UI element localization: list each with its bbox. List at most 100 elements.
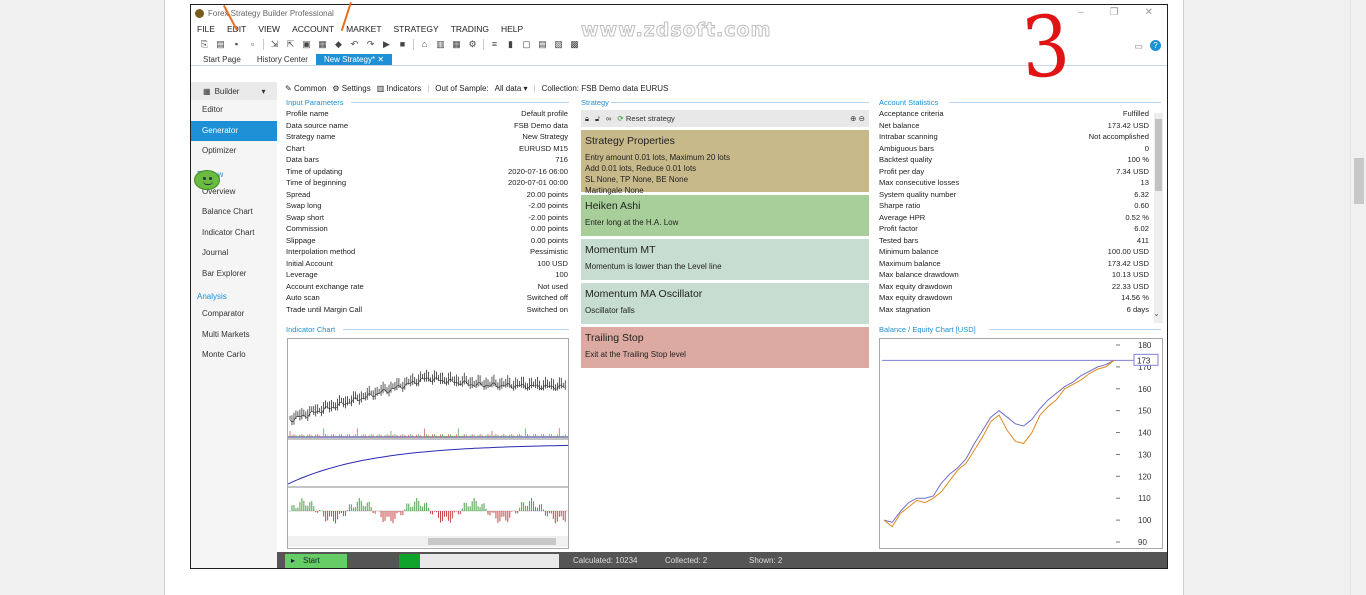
close-icon[interactable]: ✕: [1145, 7, 1153, 18]
redo-icon[interactable]: ↷: [365, 39, 376, 50]
tab-start-page[interactable]: Start Page: [195, 54, 249, 65]
browser-scrollbar[interactable]: [1350, 0, 1366, 595]
strategy-type-icon[interactable]: ◆: [333, 39, 344, 50]
bars-icon[interactable]: ▮: [505, 39, 516, 50]
grid-icon[interactable]: ▦: [451, 39, 462, 50]
menu-account[interactable]: ACCOUNT: [292, 24, 334, 34]
parameter-row: Profile name Default profile: [286, 109, 568, 121]
equity-series-line: [883, 359, 1115, 528]
statistic-label: Max equity drawdown: [879, 281, 953, 291]
parameter-row: Account exchange rate Not used: [286, 282, 568, 294]
menu-help[interactable]: HELP: [501, 24, 523, 34]
stop-icon[interactable]: ■: [397, 39, 408, 50]
image-icon[interactable]: ▧: [553, 39, 564, 50]
load-icon[interactable]: ▣: [301, 39, 312, 50]
close-tab-icon[interactable]: ✕: [377, 55, 384, 64]
save-as-icon[interactable]: ▫: [247, 39, 258, 50]
reset-strategy-button[interactable]: ⟳ Reset strategy: [617, 114, 674, 123]
statistics-scrollbar[interactable]: [1154, 113, 1163, 323]
toolbar-separator: |: [427, 83, 430, 93]
y-tick-label: 120: [1138, 472, 1152, 481]
section-divider: [949, 102, 1161, 103]
parameter-row: Initial Account 100 USD: [286, 259, 568, 271]
strategy-slot[interactable]: Heiken Ashi Enter long at the H.A. Low: [581, 195, 869, 236]
out-of-sample-dropdown[interactable]: All data ▾: [495, 84, 528, 93]
menu-strategy[interactable]: STRATEGY: [394, 24, 439, 34]
import-icon[interactable]: ⇱: [285, 39, 296, 50]
scrollbar-thumb[interactable]: [1155, 119, 1162, 191]
chevron-down-icon: ▾: [261, 86, 266, 96]
settings-button[interactable]: ⚙ Settings: [332, 84, 370, 93]
zoom-icons: ⊕ ⊖: [850, 114, 865, 123]
gear-icon: ⚙: [332, 83, 340, 93]
y-tick-label: 90: [1138, 538, 1147, 547]
balance-chart-title: Balance / Equity Chart [USD]: [879, 325, 976, 334]
chart-icon[interactable]: ▥: [435, 39, 446, 50]
tab-new-strategy[interactable]: New Strategy* ✕: [315, 54, 393, 65]
scrollbar-thumb[interactable]: [1354, 158, 1364, 204]
y-tick-label: 140: [1138, 429, 1152, 438]
play-icon[interactable]: ▶: [381, 39, 392, 50]
collected-count: Collected: 2: [665, 556, 708, 565]
sidebar-item-multi-markets[interactable]: Multi Markets: [191, 325, 277, 346]
store-icon[interactable]: ▦: [317, 39, 328, 50]
momentum-line: [287, 444, 569, 485]
new-strategy-icon[interactable]: ⎘: [199, 39, 210, 50]
strategy-slot[interactable]: Trailing Stop Exit at the Trailing Stop l…: [581, 327, 869, 368]
chat-icon[interactable]: ▭: [1134, 41, 1143, 52]
filter-icon[interactable]: ▤: [537, 39, 548, 50]
strategy-slot[interactable]: Momentum MT Momentum is lower than the Le…: [581, 239, 869, 280]
common-button[interactable]: ✎ Common: [285, 84, 326, 93]
zoom-in-icon[interactable]: ⊕: [850, 114, 856, 123]
section-divider: [351, 102, 569, 103]
help-icon[interactable]: ?: [1150, 40, 1161, 51]
tab-history-center[interactable]: History Center: [249, 54, 316, 65]
restore-icon[interactable]: ❐: [1110, 7, 1119, 18]
y-tick-label: 130: [1138, 450, 1152, 459]
sidebar-item-optimizer[interactable]: Optimizer: [191, 141, 277, 162]
indicator-chart[interactable]: [287, 338, 569, 549]
camera-icon[interactable]: ▩: [569, 39, 580, 50]
builder-dropdown[interactable]: ▦ Builder ▾: [191, 82, 277, 100]
menu-market[interactable]: MARKET: [346, 24, 381, 34]
sidebar-item-monte-carlo[interactable]: Monte Carlo: [191, 345, 277, 366]
link-icon[interactable]: ∞: [606, 114, 611, 123]
save-icon[interactable]: ▪: [231, 39, 242, 50]
list-icon[interactable]: ≡: [489, 39, 500, 50]
sidebar-item-indicator-chart[interactable]: Indicator Chart: [191, 223, 277, 244]
zoom-out-icon[interactable]: ⊖: [859, 114, 865, 123]
statistic-value: Not accomplished: [1088, 132, 1149, 141]
open-icon[interactable]: ▤: [215, 39, 226, 50]
undo-icon[interactable]: ↶: [349, 39, 360, 50]
generator-toolbar: ✎ Common ⚙ Settings ▥ Indicators | Out o…: [285, 82, 668, 94]
menu-view[interactable]: VIEW: [258, 24, 280, 34]
chevron-down-icon[interactable]: ⌄: [1153, 309, 1160, 318]
balance-equity-chart[interactable]: 180 170 160 150 140 130 120 110 100 90 173: [879, 338, 1163, 549]
export-icon[interactable]: ⇲: [269, 39, 280, 50]
minimize-icon[interactable]: –: [1078, 7, 1084, 18]
sidebar-item-generator[interactable]: Generator: [191, 120, 277, 141]
start-button[interactable]: ▸ Start: [285, 554, 347, 568]
strategy-slot[interactable]: Strategy Properties Entry amount 0.01 lot…: [581, 130, 869, 195]
unlock-icon[interactable]: 🔓︎: [595, 114, 600, 124]
parameter-value: EURUSD M15: [519, 143, 568, 153]
sidebar-item-bar-explorer[interactable]: Bar Explorer: [191, 264, 277, 285]
lock-icon[interactable]: 🔒︎: [585, 114, 589, 124]
sidebar-item-journal[interactable]: Journal: [191, 243, 277, 264]
statistic-label: System quality number: [879, 189, 957, 199]
parameter-value: 2020-07-01 00:00: [508, 178, 568, 187]
sidebar-item-balance-chart[interactable]: Balance Chart: [191, 202, 277, 223]
home-icon[interactable]: ⌂: [419, 39, 430, 50]
menu-trading[interactable]: TRADING: [451, 24, 489, 34]
settings-label: Settings: [341, 83, 371, 93]
statistic-label: Max balance drawdown: [879, 270, 959, 279]
indicators-button[interactable]: ▥ Indicators: [377, 84, 421, 93]
gear-icon[interactable]: ⚙: [467, 39, 478, 50]
parameter-row: Trade until Margin Call Switched on: [286, 305, 568, 317]
sidebar-item-comparator[interactable]: Comparator: [191, 304, 277, 325]
sidebar-item-editor[interactable]: Editor: [191, 100, 277, 121]
menu-file[interactable]: FILE: [197, 24, 215, 34]
section-divider: [343, 329, 569, 330]
strategy-slot[interactable]: Momentum MA Oscillator Oscillator falls: [581, 283, 869, 324]
window-icon[interactable]: ▢: [521, 39, 532, 50]
